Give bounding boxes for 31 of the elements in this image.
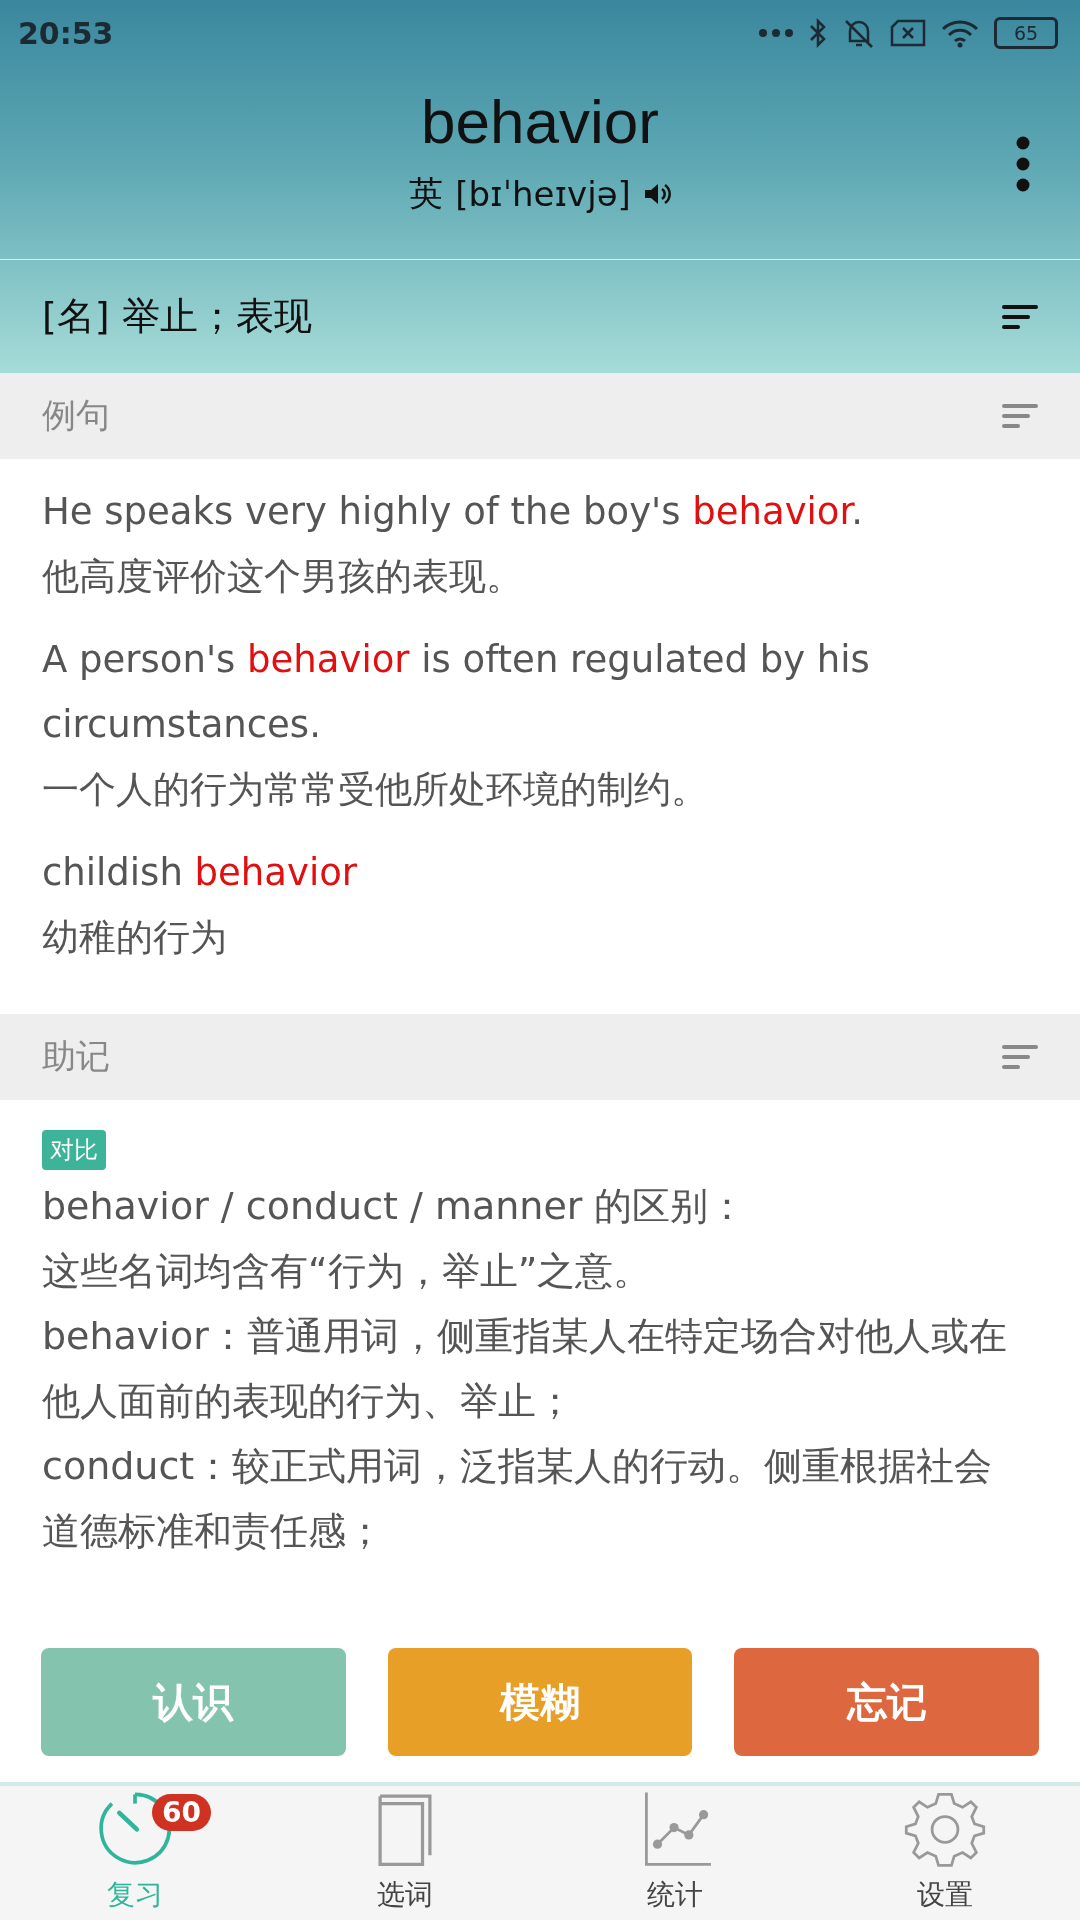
bluetooth-icon — [808, 17, 828, 49]
nav-tab[interactable]: 复习 60 — [0, 1786, 270, 1920]
speaker-icon[interactable] — [642, 181, 671, 207]
sim-icon — [890, 19, 926, 47]
answer-button[interactable]: 忘记 — [734, 1648, 1039, 1756]
count-badge: 60 — [152, 1794, 211, 1831]
example-sentence: A person's behavior is often regulated by his circumstances. — [42, 637, 871, 748]
more-icon — [758, 28, 794, 38]
more-options-icon[interactable] — [1016, 136, 1030, 192]
example-translation: 幼稚的行为 — [42, 915, 228, 961]
accent-label: 英 — [409, 172, 444, 215]
phonetic-text: [bɪˈheɪvjə] — [455, 174, 631, 214]
nav-tab[interactable]: 选词 — [270, 1786, 540, 1920]
status-time: 20:53 — [18, 15, 115, 51]
wifi-icon — [940, 18, 980, 48]
nav-tab[interactable]: 统计 — [540, 1786, 810, 1920]
sort-icon[interactable] — [1002, 302, 1038, 331]
mnemonic-text: behavior / conduct / manner 的区别： — [42, 1183, 748, 1230]
example-sentence: He speaks very highly of the boy's behavior. — [42, 489, 865, 535]
mnemonic-text: 这些名词均含有“行为，举止”之意。 — [42, 1248, 653, 1295]
headword: behavior — [421, 86, 659, 157]
nav-tab[interactable]: 设置 — [810, 1786, 1080, 1920]
section-title: 例句 — [42, 394, 110, 437]
battery-icon: 65 — [994, 17, 1058, 49]
mnemonic-text: conduct：较正式用词，泛指某人的行动。侧重根据社会道德标准和责任感； — [42, 1443, 994, 1555]
example-translation: 他高度评价这个男孩的表现。 — [42, 554, 524, 600]
section-title: 助记 — [42, 1035, 110, 1078]
example-sentence: childish behavior — [42, 850, 358, 896]
example-translation: 一个人的行为常常受他所处环境的制约。 — [42, 767, 709, 813]
tag: 对比 — [42, 1130, 106, 1170]
definition-text: [名] 举止；表现 — [42, 293, 312, 340]
